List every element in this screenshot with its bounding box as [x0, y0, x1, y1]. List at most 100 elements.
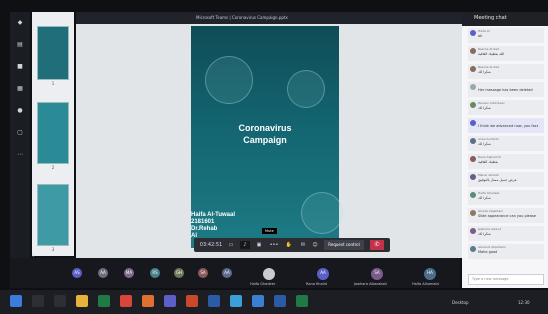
slide-thumbnails: 1 2 3 — [32, 12, 74, 256]
sender-name: Haifa Al — [478, 29, 490, 33]
sender-avatar — [470, 138, 476, 144]
participant-avatar[interactable]: AA — [98, 268, 108, 278]
sender-avatar — [470, 246, 476, 252]
app-rail: ◆ ▤ ■ ▦ ● ▢ ⋯ — [10, 12, 30, 268]
sender-name: Haifa Ghadeer — [478, 191, 500, 195]
speaker-name: Jawhara Albarakati — [354, 282, 387, 286]
chat-message[interactable]: Alanoud Alqahtani Maha good — [468, 244, 544, 259]
slide-thumbnail[interactable]: 2 — [37, 102, 69, 170]
chat-message[interactable]: Reema Al-Sad شكرا لك — [468, 64, 544, 79]
avatar-initials: AA — [320, 270, 326, 275]
speaker-name: Haifa Alhomaid — [412, 282, 439, 286]
chat-message[interactable]: Rana Alghamdi يعطيك العافية — [468, 154, 544, 169]
speaker-avatar[interactable]: SA — [371, 268, 383, 280]
message-text: شكرا لك — [478, 70, 491, 74]
avatar-initials: SA — [374, 270, 380, 275]
hang-up-button[interactable]: ✆ — [370, 240, 384, 250]
slide-thumbnail[interactable]: 3 — [37, 184, 69, 252]
sender-name: Reema Al-Sad — [478, 65, 499, 69]
avatar-initials: SA — [200, 270, 206, 275]
chat-message[interactable]: Dareen Alhindawi شكرا لك — [468, 100, 544, 115]
chat-message[interactable]: Her message has been deleted — [468, 82, 544, 97]
chat-message[interactable]: Haifa Al ok — [468, 28, 544, 43]
sender-avatar — [470, 156, 476, 162]
word-icon[interactable] — [208, 295, 220, 307]
speaker-avatar[interactable] — [263, 268, 275, 280]
windows-taskbar: Desktop 12:30 — [0, 290, 548, 314]
participant-avatar[interactable]: AA — [222, 268, 232, 278]
window-title: Microsoft Teams | Coronavirus Campaign.p… — [196, 15, 288, 20]
sender-avatar — [470, 228, 476, 234]
activity-icon[interactable]: ◆ — [15, 20, 25, 26]
participant-avatar[interactable]: RS — [150, 268, 160, 278]
mute-tooltip: Mute — [262, 228, 277, 234]
chat-message[interactable]: Arwa Al-Harbi شكرا لك — [468, 136, 544, 151]
message-text: ok — [478, 34, 483, 38]
more-options-icon[interactable]: ••• — [268, 241, 280, 249]
microphone-icon[interactable]: ♪ — [240, 241, 250, 249]
taskbar-clock: 12:30 — [518, 300, 530, 305]
sender-name: Ghada Alqahtani — [478, 209, 504, 213]
message-text: Her message has been deleted — [478, 88, 533, 92]
chat-icon[interactable]: ▤ — [15, 42, 25, 48]
chat-message[interactable]: I think we advanced now, you face — [468, 118, 544, 133]
share-icon[interactable]: ▣ — [254, 241, 264, 249]
chat-message[interactable]: Jawhara Alsaud شكرا لك — [468, 226, 544, 241]
avatar-initials: AS — [74, 270, 80, 275]
participant-bar: AS AA MA RS GH SA AA Haifa Ghadeer AA Ra… — [10, 258, 460, 288]
word-doc-icon[interactable] — [274, 295, 286, 307]
chat-message[interactable]: Haifa Ghadeer شكرا لك — [468, 190, 544, 205]
excel-icon[interactable] — [98, 295, 110, 307]
slide-thumbnail[interactable]: 1 — [37, 26, 69, 86]
participant-avatar[interactable]: SA — [198, 268, 208, 278]
sender-name: Rana Alghamdi — [478, 155, 501, 159]
calendar-icon[interactable]: ▦ — [15, 86, 25, 92]
start-icon[interactable] — [10, 295, 22, 307]
call-controls: 03:42:51 ▭ ♪ ▣ ••• ✋ ✉ ☺ Request control… — [194, 238, 390, 252]
firefox-icon[interactable] — [142, 295, 154, 307]
apps-icon[interactable]: ⋯ — [15, 152, 25, 158]
store-icon[interactable] — [252, 295, 264, 307]
meeting-chat-panel: Meeting chat Haifa Al ok Reema Al-Sad الله … — [462, 12, 548, 288]
speaker-avatar[interactable]: HA — [424, 268, 436, 280]
message-text: Slide appearance can you please — [478, 214, 536, 218]
participant-avatar[interactable]: MA — [124, 268, 134, 278]
participant-avatar[interactable]: GH — [174, 268, 184, 278]
compose-box[interactable]: Type a new message — [468, 274, 544, 285]
request-control-button[interactable]: Request control — [324, 240, 364, 250]
files-icon[interactable]: ▢ — [15, 130, 25, 136]
show-conversation-icon[interactable]: ✉ — [298, 241, 308, 249]
teams-icon[interactable] — [164, 295, 176, 307]
search-icon[interactable] — [32, 295, 44, 307]
chat-message[interactable]: Ghada Alqahtani Slide appearance can you … — [468, 208, 544, 223]
participants-icon[interactable]: ☺ — [310, 241, 320, 249]
speaker-avatar[interactable]: AA — [317, 268, 329, 280]
chrome-icon[interactable] — [120, 295, 132, 307]
message-text: الله يعطيك العافية — [478, 52, 505, 56]
message-text: شكرا لك — [478, 142, 491, 146]
chat-message[interactable]: Reema Al-Sad الله يعطيك العافية — [468, 46, 544, 61]
powerpoint-icon[interactable] — [186, 295, 198, 307]
avatar-initials: HA — [427, 270, 433, 275]
message-text: Maha good — [478, 250, 498, 254]
taskbar-status: Desktop — [452, 300, 469, 305]
teams-icon[interactable]: ■ — [15, 64, 25, 70]
paint-icon[interactable] — [230, 295, 242, 307]
camera-icon[interactable]: ▭ — [226, 241, 236, 249]
thumbnail-number: 1 — [51, 81, 55, 86]
participant-avatar[interactable]: AS — [72, 268, 82, 278]
slide-title-line: Coronavirus — [238, 123, 292, 133]
thumbnail-number: 2 — [51, 165, 55, 170]
author-line: Haifa Al-Tuwaal — [191, 212, 236, 218]
raise-hand-icon[interactable]: ✋ — [284, 241, 294, 249]
excel-doc-icon[interactable] — [296, 295, 308, 307]
file-explorer-icon[interactable] — [76, 295, 88, 307]
task-view-icon[interactable] — [54, 295, 66, 307]
sender-avatar — [470, 120, 476, 126]
calls-icon[interactable]: ● — [15, 108, 25, 114]
slide-title: Coronavirus Campaign — [191, 122, 339, 146]
message-text: شكرا لك — [478, 232, 491, 236]
speaker-name: Haifa Ghadeer — [250, 282, 276, 286]
speaker-name: Rana Khalid — [306, 282, 327, 286]
chat-message[interactable]: Manar Alharbi عرض جميل ممتاز بالتوفيق — [468, 172, 544, 187]
